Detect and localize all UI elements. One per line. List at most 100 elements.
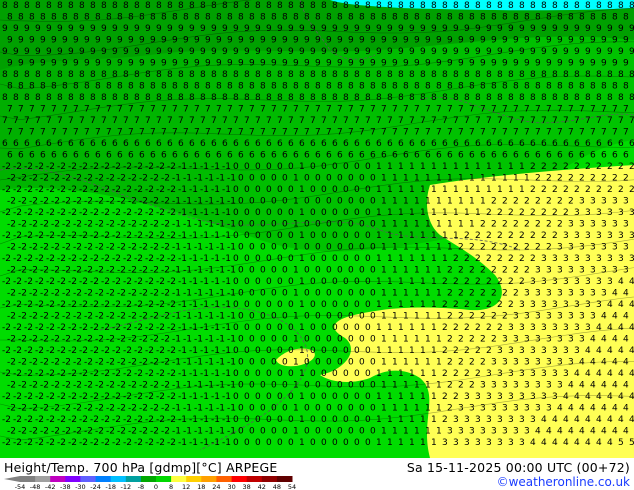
contour-label: 3 (519, 300, 525, 310)
contour-label: -2 (156, 231, 165, 241)
contour-label: 7 (2, 116, 8, 126)
contour-label: 0 (365, 346, 371, 356)
contour-label: 6 (216, 151, 222, 161)
contour-label: 1 (414, 289, 420, 299)
contour-label: -2 (79, 277, 88, 287)
contour-label: 2 (497, 323, 503, 333)
contour-label: 9 (172, 59, 178, 69)
contour-label: 3 (612, 220, 618, 230)
contour-label: 1 (453, 231, 459, 241)
contour-label: -2 (57, 438, 66, 448)
contour-label: 4 (612, 358, 618, 368)
contour-label: 0 (277, 185, 283, 195)
contour-label: 8 (431, 1, 437, 11)
contour-label: -2 (145, 438, 154, 448)
contour-label: 8 (596, 93, 602, 103)
contour-label: 6 (150, 151, 156, 161)
contour-label: 0 (277, 392, 283, 402)
contour-label: 0 (370, 197, 376, 207)
contour-label: 0 (337, 312, 343, 322)
contour-label: -2 (18, 335, 27, 345)
contour-label: 8 (73, 13, 79, 23)
contour-label: 7 (321, 116, 327, 126)
contour-label: 8 (277, 93, 283, 103)
contour-label: 2 (458, 289, 464, 299)
contour-label: -1 (194, 289, 203, 299)
contour-label: 1 (381, 358, 387, 368)
contour-label: 9 (607, 24, 613, 34)
contour-label: 6 (607, 139, 613, 149)
contour-label: 1 (299, 346, 305, 356)
credit-link[interactable]: ©weatheronline.co.uk (497, 475, 630, 489)
contour-label: -1 (189, 277, 198, 287)
contour-label: -2 (156, 185, 165, 195)
contour-label: -2 (68, 346, 77, 356)
contour-label: 1 (299, 254, 305, 264)
contour-label: 0 (370, 289, 376, 299)
contour-label: 0 (249, 427, 255, 437)
contour-label: 3 (546, 404, 552, 414)
contour-label: -2 (79, 231, 88, 241)
contour-label: 8 (172, 82, 178, 92)
contour-label: 9 (365, 47, 371, 57)
contour-label: -1 (200, 231, 209, 241)
contour-label: 0 (359, 243, 365, 253)
contour-label: 3 (590, 243, 596, 253)
contour-label: 0 (244, 438, 250, 448)
contour-label: 0 (337, 289, 343, 299)
contour-label: -2 (128, 427, 137, 437)
contour-label: -2 (167, 162, 176, 172)
contour-label: 7 (106, 128, 112, 138)
contour-label: 4 (601, 358, 607, 368)
contour-label: 6 (436, 151, 442, 161)
contour-label: 9 (486, 47, 492, 57)
contour-label: 8 (161, 82, 167, 92)
contour-label: 9 (403, 59, 409, 69)
contour-label: 1 (414, 404, 420, 414)
contour-label: 8 (552, 93, 558, 103)
contour-label: -1 (200, 162, 209, 172)
contour-label: 0 (370, 381, 376, 391)
contour-label: 9 (535, 36, 541, 46)
contour-label: 6 (579, 151, 585, 161)
contour-label: -2 (156, 346, 165, 356)
contour-label: 7 (145, 116, 151, 126)
contour-label: -1 (205, 220, 214, 230)
legend-swatch (231, 476, 248, 482)
contour-label: 6 (458, 151, 464, 161)
contour-label: -2 (13, 438, 22, 448)
contour-label: 3 (519, 369, 525, 379)
contour-label: 4 (623, 427, 629, 437)
contour-label: 9 (469, 59, 475, 69)
contour-label: 6 (178, 139, 184, 149)
contour-label: 3 (513, 404, 519, 414)
contour-label: 8 (205, 13, 211, 23)
contour-label: 8 (508, 1, 514, 11)
contour-label: 6 (585, 139, 591, 149)
contour-label: 1 (524, 174, 530, 184)
contour-label: -2 (79, 392, 88, 402)
contour-label: -2 (2, 369, 11, 379)
contour-label: -2 (68, 323, 77, 333)
contour-label: -1 (222, 346, 231, 356)
contour-label: 1 (398, 254, 404, 264)
contour-label: -2 (13, 231, 22, 241)
contour-label: -2 (106, 243, 115, 253)
contour-label: 0 (365, 415, 371, 425)
contour-label: 0 (332, 277, 338, 287)
contour-label: 0 (255, 231, 261, 241)
contour-label: -2 (13, 254, 22, 264)
contour-label: 8 (24, 1, 30, 11)
contour-label: 3 (585, 300, 591, 310)
contour-label: 0 (365, 162, 371, 172)
contour-label: 6 (420, 139, 426, 149)
contour-label: 6 (57, 139, 63, 149)
contour-label: 9 (420, 24, 426, 34)
contour-label: -2 (24, 300, 33, 310)
contour-label: 0 (332, 369, 338, 379)
contour-label: 3 (497, 392, 503, 402)
contour-label: 1 (469, 174, 475, 184)
contour-label: 8 (277, 70, 283, 80)
contour-label: 1 (376, 300, 382, 310)
contour-label: 7 (101, 116, 107, 126)
